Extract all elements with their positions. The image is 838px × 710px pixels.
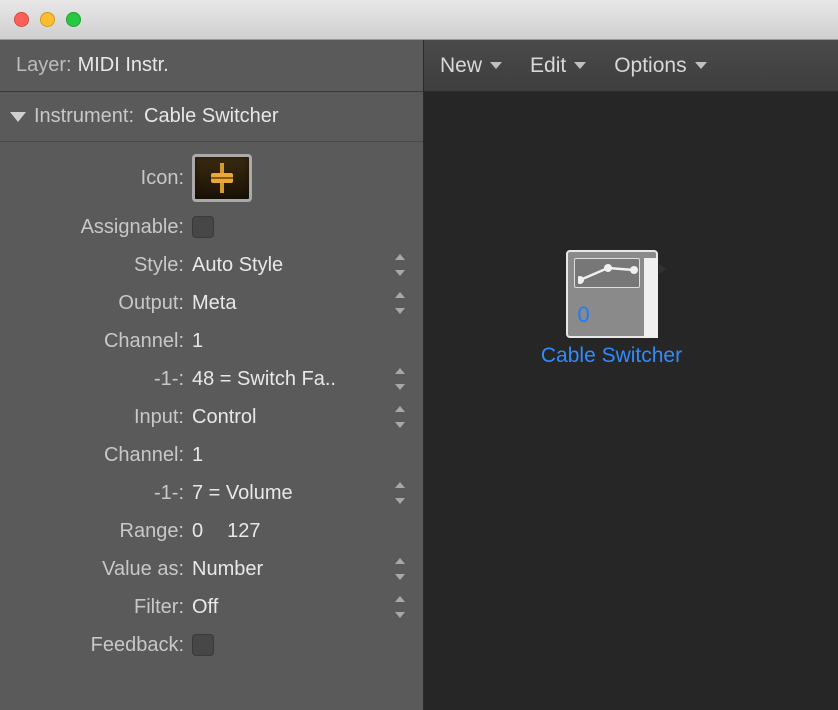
new-menu[interactable]: New (440, 54, 502, 78)
channel2-label: Channel: (0, 444, 192, 467)
row-filter[interactable]: Filter: Off (0, 588, 423, 626)
fader-icon (205, 161, 239, 195)
row-output[interactable]: Output: Meta (0, 284, 423, 322)
instrument-value: Cable Switcher (144, 105, 279, 128)
row-minus1b[interactable]: -1-: 7 = Volume (0, 474, 423, 512)
valueas-label: Value as: (0, 558, 192, 581)
instrument-label: Instrument: (34, 105, 134, 128)
disclosure-triangle-icon[interactable] (10, 112, 26, 122)
range-max[interactable]: 127 (227, 520, 260, 543)
range-label: Range: (0, 520, 192, 543)
inspector-rows: Icon: Assignable: (0, 142, 423, 664)
output-value: Meta (192, 292, 236, 315)
minus1b-value: 7 = Volume (192, 482, 293, 505)
row-input[interactable]: Input: Control (0, 398, 423, 436)
node-badge: 0 (578, 302, 590, 328)
instrument-section-header[interactable]: Instrument: Cable Switcher (0, 92, 423, 142)
row-valueas[interactable]: Value as: Number (0, 550, 423, 588)
layer-label: Layer: (16, 54, 72, 77)
style-value: Auto Style (192, 254, 283, 277)
window-zoom-button[interactable] (66, 12, 81, 27)
row-style[interactable]: Style: Auto Style (0, 246, 423, 284)
new-label: New (440, 54, 482, 78)
row-minus1a[interactable]: -1-: 48 = Switch Fa.. (0, 360, 423, 398)
row-channel-2[interactable]: Channel: 1 (0, 436, 423, 474)
options-menu[interactable]: Options (614, 54, 706, 78)
edit-menu[interactable]: Edit (530, 54, 586, 78)
options-label: Options (614, 54, 686, 78)
row-assignable: Assignable: (0, 208, 423, 246)
row-channel-1[interactable]: Channel: 1 (0, 322, 423, 360)
channel1-value: 1 (192, 330, 203, 353)
content-area: Layer: MIDI Instr. Instrument: Cable Swi… (0, 40, 838, 710)
feedback-checkbox[interactable] (192, 634, 214, 656)
chevron-down-icon (574, 62, 586, 69)
window-titlebar (0, 0, 838, 40)
row-feedback: Feedback: (0, 626, 423, 664)
row-range[interactable]: Range: 0 127 (0, 512, 423, 550)
layer-header[interactable]: Layer: MIDI Instr. (0, 40, 423, 92)
edit-label: Edit (530, 54, 566, 78)
channel1-label: Channel: (0, 330, 192, 353)
assignable-checkbox[interactable] (192, 216, 214, 238)
input-label: Input: (0, 406, 192, 429)
minus1a-value: 48 = Switch Fa.. (192, 368, 336, 391)
row-icon: Icon: (0, 148, 423, 208)
minus1a-label: -1-: (0, 368, 192, 391)
input-value: Control (192, 406, 256, 429)
inspector-panel: Layer: MIDI Instr. Instrument: Cable Swi… (0, 40, 424, 710)
stepper-icon[interactable] (393, 482, 407, 504)
window-minimize-button[interactable] (40, 12, 55, 27)
output-label: Output: (0, 292, 192, 315)
feedback-label: Feedback: (0, 634, 192, 657)
filter-value: Off (192, 596, 218, 619)
environment-canvas[interactable]: New Edit Options (424, 40, 838, 710)
assignable-label: Assignable: (0, 216, 192, 239)
stepper-icon[interactable] (393, 292, 407, 314)
node-output-port[interactable] (644, 258, 658, 338)
window-close-button[interactable] (14, 12, 29, 27)
node-label[interactable]: Cable Switcher (524, 344, 699, 368)
minus1b-label: -1-: (0, 482, 192, 505)
valueas-value: Number (192, 558, 263, 581)
stepper-icon[interactable] (393, 406, 407, 428)
stepper-icon[interactable] (393, 558, 407, 580)
chevron-down-icon (490, 62, 502, 69)
stepper-icon[interactable] (393, 254, 407, 276)
layer-value: MIDI Instr. (78, 54, 169, 77)
stepper-icon[interactable] (393, 368, 407, 390)
style-label: Style: (0, 254, 192, 277)
chevron-down-icon (695, 62, 707, 69)
icon-label: Icon: (0, 167, 192, 190)
channel2-value: 1 (192, 444, 203, 467)
icon-picker[interactable] (192, 154, 252, 202)
canvas-toolbar: New Edit Options (424, 40, 838, 92)
node-box[interactable]: 0 (566, 250, 658, 338)
range-min[interactable]: 0 (192, 520, 203, 543)
filter-label: Filter: (0, 596, 192, 619)
cable-icon (578, 264, 638, 284)
cable-switcher-node[interactable]: 0 Cable Switcher (524, 250, 699, 368)
stepper-icon[interactable] (393, 596, 407, 618)
